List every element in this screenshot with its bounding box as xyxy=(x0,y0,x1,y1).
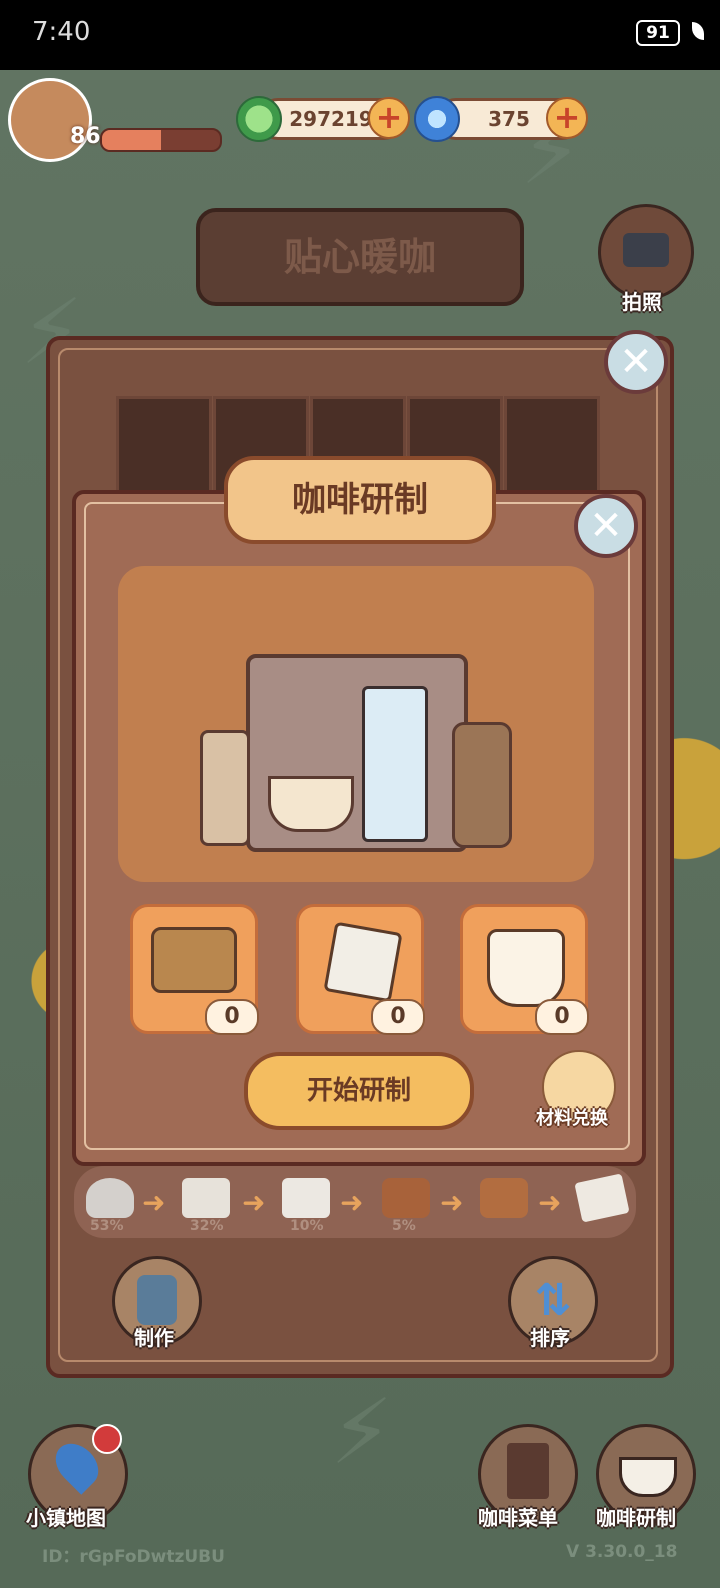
sort-icon: ⇅ xyxy=(534,1275,572,1326)
battery-indicator: 91 xyxy=(636,20,680,46)
ingredient-count: 0 xyxy=(535,999,589,1035)
town-map-label: 小镇地图 xyxy=(26,1506,106,1530)
player-id: ID：rGpFoDwtzUBU xyxy=(42,1547,225,1567)
gem-currency-value: 375 xyxy=(488,107,530,131)
arrow-right-icon: ➜ xyxy=(440,1186,464,1219)
close-panel-button[interactable]: ✕ xyxy=(604,330,668,394)
grinder-icon xyxy=(137,1275,177,1325)
sort-label: 排序 xyxy=(530,1326,570,1350)
close-dialog-button[interactable]: ✕ xyxy=(574,494,638,558)
step-percent: 10% xyxy=(290,1218,324,1234)
coffee-jar-icon xyxy=(200,730,250,846)
xp-bar-fill xyxy=(102,130,161,150)
coffee-brew-label: 咖啡研制 xyxy=(596,1506,676,1530)
coffee-menu-label: 咖啡菜单 xyxy=(478,1506,558,1530)
menu-book-icon xyxy=(507,1443,549,1499)
ingredient-card-coffee[interactable]: 0 xyxy=(130,904,259,1035)
camera-label: 拍照 xyxy=(622,290,662,314)
ingredient-count: 0 xyxy=(205,999,259,1035)
recipe-slot-empty[interactable] xyxy=(504,396,600,494)
coffee-cup-icon xyxy=(268,776,354,832)
coffee-cups-beans-icon xyxy=(151,927,237,993)
dialog-title: 咖啡研制 xyxy=(224,456,496,544)
player-avatar[interactable] xyxy=(8,78,92,162)
brown-sugar-plate-icon xyxy=(382,1178,430,1218)
coffee-machine-display xyxy=(118,566,594,882)
status-bar: 7:40 91 xyxy=(0,0,720,70)
start-brewing-button[interactable]: 开始研制 xyxy=(244,1052,474,1130)
game-version: V 3.30.0_18 xyxy=(566,1542,678,1562)
ingredient-card-milk[interactable]: 0 xyxy=(460,904,589,1035)
clover-currency-value: 297219 xyxy=(289,107,373,131)
bolt-icon: ⚡ xyxy=(330,1380,394,1485)
ingredient-card-sugar[interactable]: 0 xyxy=(296,904,425,1035)
leaf-icon xyxy=(692,22,704,40)
brown-sugar-cubes-icon xyxy=(480,1178,528,1218)
recipe-slot-pot[interactable] xyxy=(116,396,212,494)
camera-icon xyxy=(623,233,669,267)
shop-signboard: 贴心暖咖 xyxy=(196,208,524,306)
milk-tank-icon xyxy=(362,686,428,842)
sugar-cube-plate-icon xyxy=(182,1178,230,1218)
step-percent: 5% xyxy=(392,1218,416,1234)
arrow-right-icon: ➜ xyxy=(538,1186,562,1219)
clock: 7:40 xyxy=(32,17,91,47)
clover-coin-icon xyxy=(236,96,282,142)
xp-bar xyxy=(100,128,222,152)
material-exchange-label: 材料兑换 xyxy=(536,1108,608,1129)
ingredient-count: 0 xyxy=(371,999,425,1035)
sugar-cubes-icon xyxy=(282,1178,330,1218)
bean-sack-icon xyxy=(452,722,512,848)
arrow-right-icon: ➜ xyxy=(142,1186,166,1219)
arrow-right-icon: ➜ xyxy=(340,1186,364,1219)
player-level: 86 xyxy=(70,124,101,149)
notification-dot xyxy=(92,1424,122,1454)
add-clover-button[interactable]: + xyxy=(368,97,410,139)
make-label: 制作 xyxy=(134,1326,174,1350)
steaming-cup-icon xyxy=(619,1457,677,1497)
swirl-gem-icon xyxy=(414,96,460,142)
powder-icon xyxy=(86,1178,134,1218)
milk-jug-icon xyxy=(487,929,565,1007)
step-percent: 32% xyxy=(190,1218,224,1234)
step-percent: 53% xyxy=(90,1218,124,1234)
arrow-right-icon: ➜ xyxy=(242,1186,266,1219)
sugar-packet-icon xyxy=(323,921,403,1003)
add-gem-button[interactable]: + xyxy=(546,97,588,139)
